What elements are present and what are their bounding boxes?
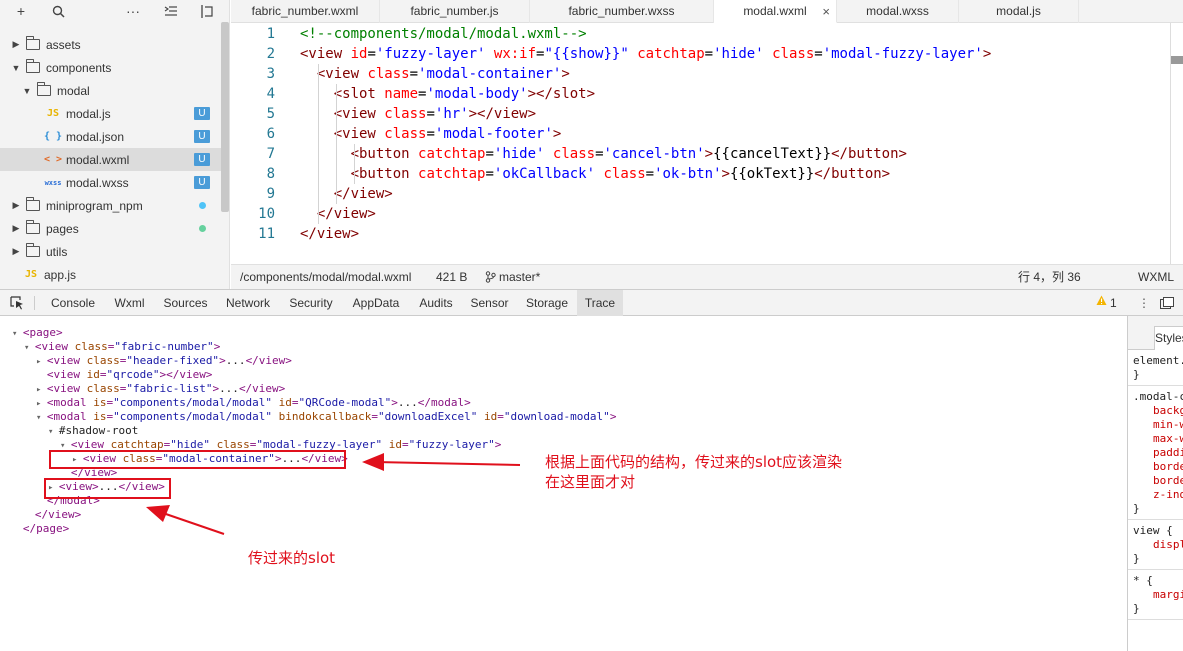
annotation-note-1: 根据上面代码的结构，传过来的slot应该渲染 xyxy=(545,453,843,471)
annotation-note-2: 传过来的slot xyxy=(248,549,336,567)
annotation-arrows xyxy=(146,453,521,535)
annotation-note-1b: 在这里面才对 xyxy=(545,473,636,491)
